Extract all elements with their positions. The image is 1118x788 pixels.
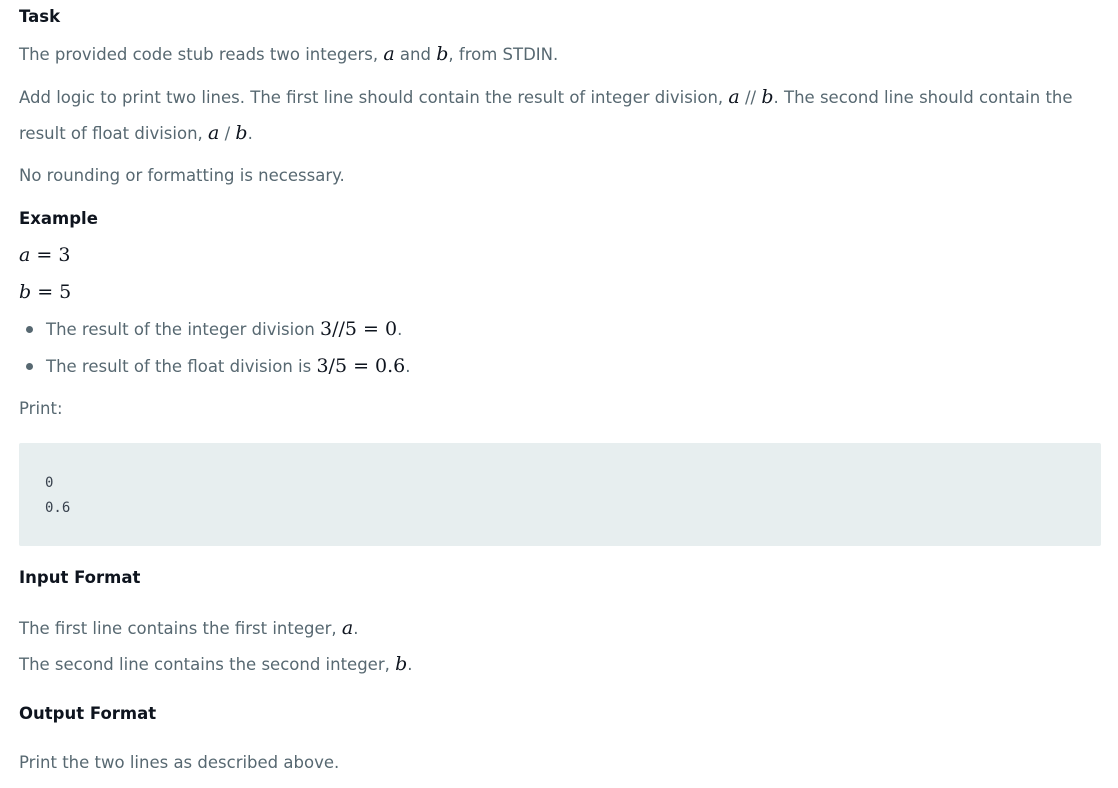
task-paragraph-2: Add logic to print two lines. The first … (19, 86, 1073, 108)
output-format-heading: Output Format (19, 704, 157, 723)
example-heading: Example (19, 209, 98, 228)
bullet-icon (26, 326, 33, 333)
bullet-float-division: The result of the float division is 3/5 … (26, 354, 411, 379)
example-b-value: b = 5 (19, 281, 72, 303)
code-line: 0.6 (45, 500, 71, 516)
task-paragraph-2-cont: result of float division, a / b. (19, 122, 253, 144)
task-heading: Task (19, 7, 61, 26)
output-format-text: Print the two lines as described above. (19, 753, 340, 772)
task-paragraph-3: No rounding or formatting is necessary. (19, 166, 345, 185)
example-a-value: a = 3 (19, 244, 71, 266)
print-label: Print: (19, 399, 63, 418)
input-format-line-2: The second line contains the second inte… (19, 653, 413, 675)
input-format-line-1: The first line contains the first intege… (19, 617, 359, 639)
code-line: 0 (45, 475, 54, 491)
bullet-icon (26, 363, 33, 370)
task-paragraph-1: The provided code stub reads two integer… (19, 43, 559, 65)
input-format-heading: Input Format (19, 568, 141, 587)
output-code-block: 0 0.6 (19, 443, 1101, 546)
bullet-integer-division: The result of the integer division 3//5 … (26, 317, 402, 342)
